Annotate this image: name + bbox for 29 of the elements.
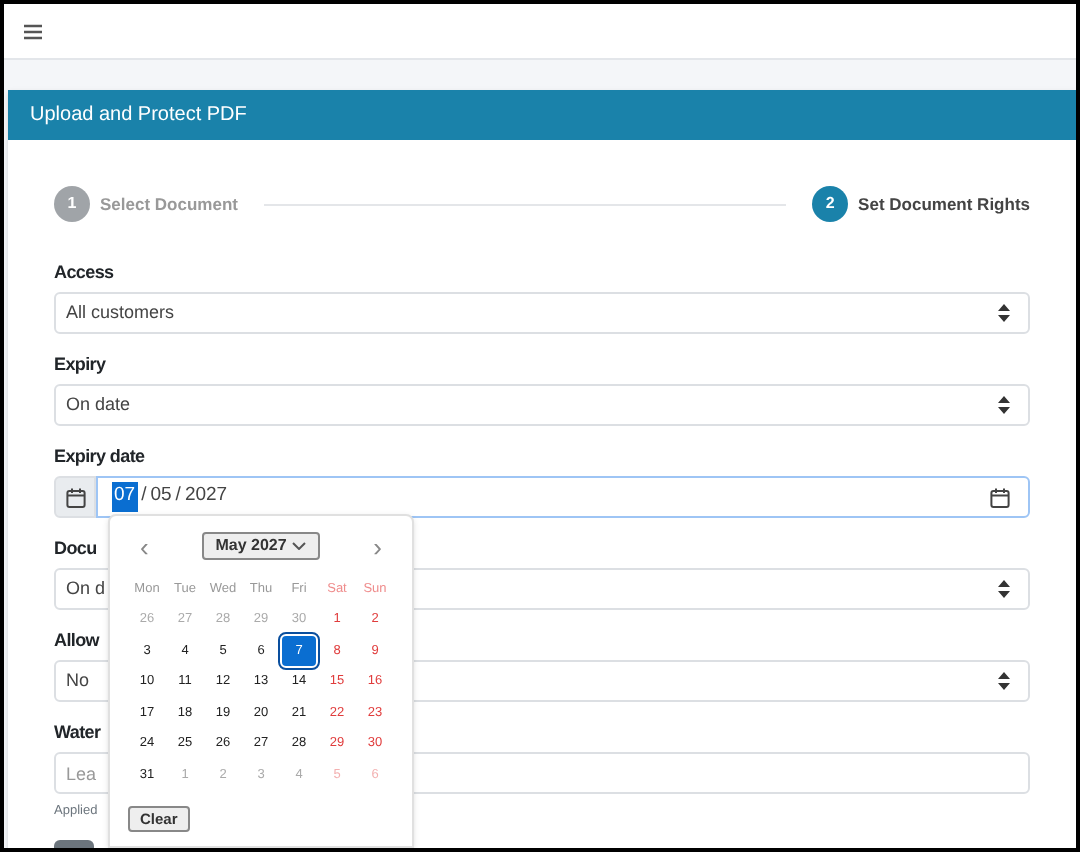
- select-arrows-icon: [998, 672, 1010, 690]
- previous-month-button[interactable]: ‹: [140, 533, 149, 559]
- next-month-button[interactable]: ›: [373, 533, 382, 559]
- select-field[interactable]: On date: [54, 384, 1030, 426]
- date-input[interactable]: 07 / 05 / 2027: [96, 476, 1030, 518]
- calendar-button[interactable]: [54, 476, 96, 518]
- field-label: Allow: [54, 628, 99, 652]
- select-arrows-icon: [998, 580, 1010, 598]
- month-select[interactable]: May 2027: [201, 532, 321, 560]
- select-arrows-icon: [998, 304, 1010, 322]
- select-arrows-icon: [998, 396, 1010, 414]
- step-label: Set Document Rights: [858, 191, 1030, 217]
- date-segment[interactable]: 2027: [184, 482, 228, 512]
- date-segment[interactable]: 05: [150, 482, 172, 512]
- date-separator: /: [175, 482, 181, 511]
- date-separator: /: [141, 482, 147, 511]
- calendar-icon: [65, 487, 85, 507]
- field-label: Expiry: [54, 352, 106, 376]
- chevron-down-icon: [292, 542, 307, 550]
- field-label: Water: [54, 720, 101, 744]
- step-label: Select Document: [100, 191, 238, 217]
- calendar-icon: [990, 487, 1010, 507]
- date-segment[interactable]: 07: [112, 482, 138, 512]
- card-title: Upload and Protect PDF: [30, 102, 247, 130]
- field-label: Docu: [54, 536, 97, 560]
- field-label: Expiry date: [54, 444, 145, 468]
- field-label: Access: [54, 260, 114, 284]
- menu-icon[interactable]: [24, 23, 42, 39]
- select-field[interactable]: All customers: [54, 292, 1030, 334]
